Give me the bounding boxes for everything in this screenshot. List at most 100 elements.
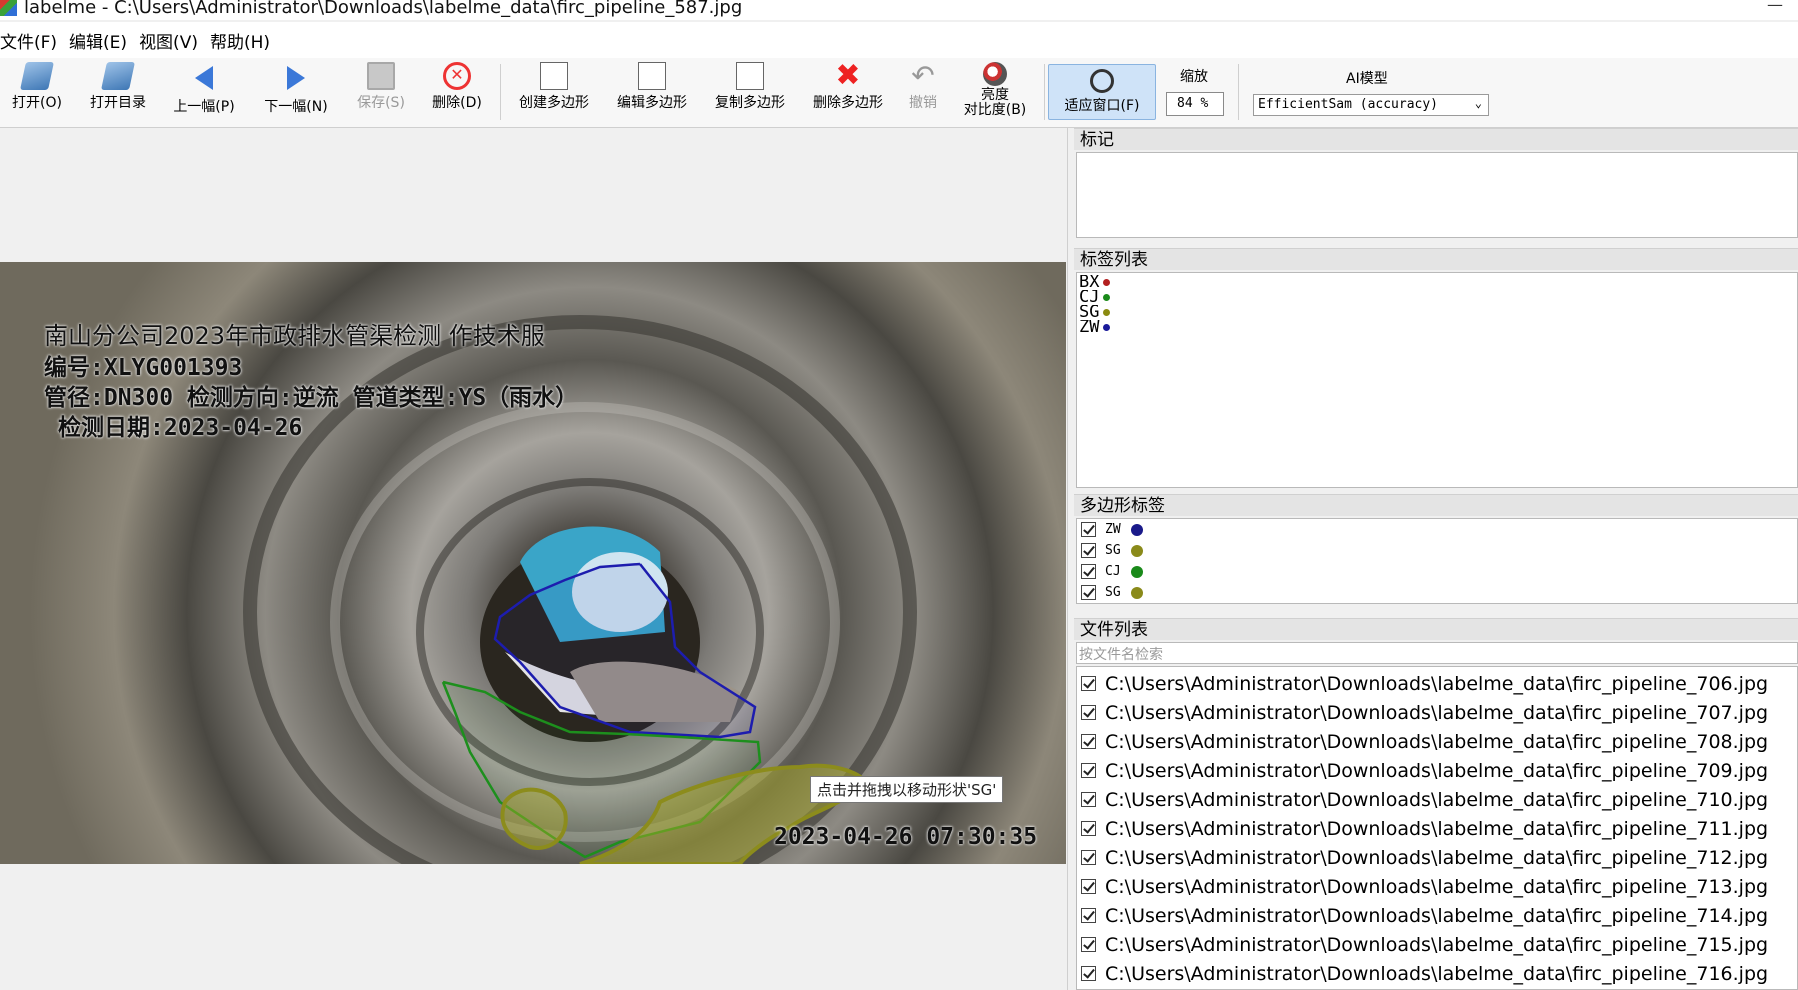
polygon-labels-title: 多边形标签 bbox=[1074, 494, 1798, 516]
open-dir-label: 打开目录 bbox=[90, 95, 146, 111]
create-polygon-button[interactable]: 创建多边形 bbox=[514, 62, 594, 122]
file-item[interactable]: C:\Users\Administrator\Downloads\labelme… bbox=[1077, 843, 1797, 872]
polygon-item[interactable]: SG bbox=[1077, 582, 1797, 603]
create-polygon-label: 创建多边形 bbox=[519, 95, 589, 111]
canvas-area[interactable]: 南山分公司2023年市政排水管渠检测 作技术服 编号:XLYG001393 管径… bbox=[0, 128, 1068, 990]
polygon-item[interactable]: CJ bbox=[1077, 561, 1797, 582]
overlay-line-2: 编号:XLYG001393 bbox=[44, 355, 243, 381]
polygon-color-dot bbox=[1130, 544, 1143, 557]
file-path: C:\Users\Administrator\Downloads\labelme… bbox=[1105, 962, 1769, 985]
polygon-visible-checkbox[interactable] bbox=[1081, 522, 1096, 537]
save-label: 保存(S) bbox=[357, 95, 405, 111]
file-item[interactable]: C:\Users\Administrator\Downloads\labelme… bbox=[1077, 785, 1797, 814]
open-dir-button[interactable]: 打开目录 bbox=[84, 62, 152, 122]
label-item[interactable]: BX bbox=[1079, 275, 1797, 290]
label-color-dot bbox=[1103, 293, 1111, 301]
prev-image-button[interactable]: 上一幅(P) bbox=[168, 62, 240, 122]
label-item[interactable]: SG bbox=[1079, 305, 1797, 320]
minimize-button[interactable]: — bbox=[1752, 0, 1798, 20]
label-item[interactable]: CJ bbox=[1079, 290, 1797, 305]
polygon-visible-checkbox[interactable] bbox=[1081, 543, 1096, 558]
label-name: BX bbox=[1079, 275, 1100, 290]
annotation-image[interactable]: 南山分公司2023年市政排水管渠检测 作技术服 编号:XLYG001393 管径… bbox=[0, 262, 1066, 864]
file-item[interactable]: C:\Users\Administrator\Downloads\labelme… bbox=[1077, 901, 1797, 930]
polygon-color-dot bbox=[1130, 523, 1143, 536]
file-item[interactable]: C:\Users\Administrator\Downloads\labelme… bbox=[1077, 930, 1797, 959]
copy-polygon-label: 复制多边形 bbox=[715, 95, 785, 111]
overlay-line-3: 管径:DN300 检测方向:逆流 管道类型:YS（雨水） bbox=[44, 385, 579, 411]
file-path: C:\Users\Administrator\Downloads\labelme… bbox=[1105, 788, 1769, 811]
delete-label: 删除(D) bbox=[432, 95, 482, 111]
undo-button[interactable]: ↶ 撤销 bbox=[904, 62, 942, 122]
open-button[interactable]: 打开(O) bbox=[8, 62, 66, 122]
contrast-label: 对比度(B) bbox=[963, 102, 1027, 118]
brightness-contrast-button[interactable]: 亮度 对比度(B) bbox=[958, 62, 1032, 122]
toolbar: 打开(O) 打开目录 上一幅(P) 下一幅(N) 保存(S) ✕ 删除(D) 创… bbox=[0, 58, 1798, 128]
file-checkbox[interactable] bbox=[1081, 705, 1096, 720]
file-path: C:\Users\Administrator\Downloads\labelme… bbox=[1105, 759, 1769, 782]
file-checkbox[interactable] bbox=[1081, 676, 1096, 691]
next-label: 下一幅(N) bbox=[264, 99, 328, 115]
file-item[interactable]: C:\Users\Administrator\Downloads\labelme… bbox=[1077, 872, 1797, 901]
label-name: SG bbox=[1079, 305, 1100, 320]
file-path: C:\Users\Administrator\Downloads\labelme… bbox=[1105, 846, 1769, 869]
zoom-input[interactable]: 84 % bbox=[1166, 92, 1224, 116]
right-dock: 标记 标签列表 BX CJ SG ZW 多边形标签 ZW SG CJ SG 文件… bbox=[1074, 128, 1798, 990]
file-checkbox[interactable] bbox=[1081, 850, 1096, 865]
ai-model-label: AI模型 bbox=[1346, 71, 1388, 87]
file-path: C:\Users\Administrator\Downloads\labelme… bbox=[1105, 730, 1769, 753]
polygon-item[interactable]: ZW bbox=[1077, 519, 1797, 540]
app-icon bbox=[0, 0, 17, 16]
delete-polygon-button[interactable]: ✖ 删除多边形 bbox=[808, 61, 888, 122]
polygon-name: SG bbox=[1105, 585, 1121, 600]
file-item[interactable]: C:\Users\Administrator\Downloads\labelme… bbox=[1077, 698, 1797, 727]
arrow-left-icon bbox=[195, 66, 213, 90]
file-checkbox[interactable] bbox=[1081, 937, 1096, 952]
toolbar-separator bbox=[1238, 64, 1239, 120]
copy-polygon-button[interactable]: 复制多边形 bbox=[710, 62, 790, 122]
file-checkbox[interactable] bbox=[1081, 792, 1096, 807]
polygon-label-list[interactable]: ZW SG CJ SG bbox=[1076, 518, 1798, 604]
file-list[interactable]: C:\Users\Administrator\Downloads\labelme… bbox=[1076, 666, 1798, 990]
file-item[interactable]: C:\Users\Administrator\Downloads\labelme… bbox=[1077, 959, 1797, 988]
overlay-line-1: 南山分公司2023年市政排水管渠检测 作技术服 bbox=[44, 322, 545, 350]
menu-edit[interactable]: 编辑(E) bbox=[69, 28, 135, 53]
file-checkbox[interactable] bbox=[1081, 966, 1096, 981]
menu-view[interactable]: 视图(V) bbox=[139, 28, 206, 53]
undo-icon: ↶ bbox=[911, 59, 935, 92]
file-checkbox[interactable] bbox=[1081, 763, 1096, 778]
polygon-visible-checkbox[interactable] bbox=[1081, 585, 1096, 600]
edit-polygon-button[interactable]: 编辑多边形 bbox=[612, 62, 692, 122]
window-title: labelme - C:\Users\Administrator\Downloa… bbox=[24, 0, 743, 18]
file-checkbox[interactable] bbox=[1081, 821, 1096, 836]
file-item[interactable]: C:\Users\Administrator\Downloads\labelme… bbox=[1077, 814, 1797, 843]
menu-help[interactable]: 帮助(H) bbox=[210, 28, 278, 53]
delete-file-button[interactable]: ✕ 删除(D) bbox=[428, 62, 486, 122]
file-item[interactable]: C:\Users\Administrator\Downloads\labelme… bbox=[1077, 756, 1797, 785]
file-checkbox[interactable] bbox=[1081, 908, 1096, 923]
fit-window-button[interactable]: 适应窗口(F) bbox=[1048, 64, 1156, 120]
menu-file[interactable]: 文件(F) bbox=[0, 28, 65, 53]
edit-polygon-icon bbox=[638, 62, 666, 90]
file-item[interactable]: C:\Users\Administrator\Downloads\labelme… bbox=[1077, 669, 1797, 698]
file-item[interactable]: C:\Users\Administrator\Downloads\labelme… bbox=[1077, 727, 1797, 756]
open-label: 打开(O) bbox=[12, 95, 62, 111]
polygon-item[interactable]: SG bbox=[1077, 540, 1797, 561]
file-path: C:\Users\Administrator\Downloads\labelme… bbox=[1105, 933, 1769, 956]
polygon-name: CJ bbox=[1105, 564, 1121, 579]
label-color-dot bbox=[1103, 278, 1111, 286]
labels-panel-title: 标签列表 bbox=[1074, 248, 1798, 270]
file-checkbox[interactable] bbox=[1081, 879, 1096, 894]
file-path: C:\Users\Administrator\Downloads\labelme… bbox=[1105, 875, 1769, 898]
label-item[interactable]: ZW bbox=[1079, 320, 1797, 335]
ai-model-select[interactable]: EfficientSam (accuracy) ⌄ bbox=[1253, 94, 1489, 116]
file-search-input[interactable]: 按文件名检索 bbox=[1076, 642, 1798, 664]
toolbar-separator bbox=[500, 64, 501, 120]
file-checkbox[interactable] bbox=[1081, 734, 1096, 749]
label-color-dot bbox=[1103, 323, 1111, 331]
next-image-button[interactable]: 下一幅(N) bbox=[260, 62, 332, 122]
polygon-visible-checkbox[interactable] bbox=[1081, 564, 1096, 579]
file-list-title: 文件列表 bbox=[1074, 618, 1798, 640]
save-button[interactable]: 保存(S) bbox=[352, 62, 410, 122]
label-list[interactable]: BX CJ SG ZW bbox=[1076, 272, 1798, 488]
